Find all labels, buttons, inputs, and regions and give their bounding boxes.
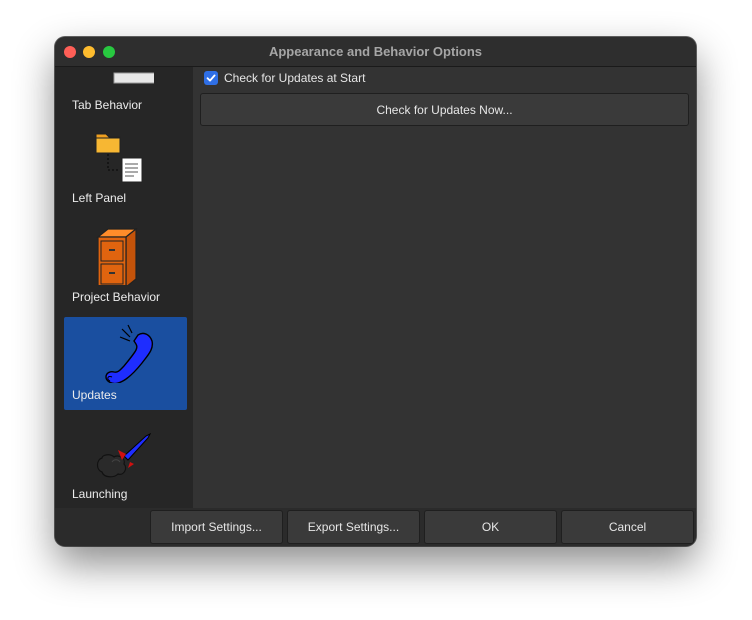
sidebar-item-label: Left Panel <box>72 191 127 205</box>
tab-behavior-icon <box>113 72 154 84</box>
options-sidebar: Tab Behavior Left Panel Project Behavior… <box>55 67 193 508</box>
updates-panel: Check for Updates at Start Check for Upd… <box>193 67 696 508</box>
window-title: Appearance and Behavior Options <box>268 44 483 59</box>
sidebar-item-label: Project Behavior <box>72 290 161 304</box>
cancel-button[interactable]: Cancel <box>561 510 694 544</box>
ok-button[interactable]: OK <box>424 510 557 544</box>
sidebar-item-label: Updates <box>72 388 117 402</box>
dialog-footer: Import Settings... Export Settings... OK… <box>55 508 696 546</box>
sidebar-item-launching[interactable]: Launching <box>64 416 187 508</box>
check-at-start-row[interactable]: Check for Updates at Start <box>204 69 365 87</box>
sidebar-item-tab-behavior[interactable]: Tab Behavior <box>64 67 187 120</box>
filing-cabinet-icon <box>96 227 138 285</box>
sidebar-item-label: Tab Behavior <box>72 98 143 112</box>
check-at-start-label: Check for Updates at Start <box>224 71 366 85</box>
folder-document-icon <box>95 133 143 183</box>
title-bar: Appearance and Behavior Options <box>55 37 696 67</box>
rocket-launch-icon <box>96 432 152 478</box>
checkmark-icon <box>206 74 216 82</box>
sidebar-item-project-behavior[interactable]: Project Behavior <box>64 219 187 312</box>
check-at-start-checkbox[interactable] <box>204 71 218 85</box>
export-settings-button[interactable]: Export Settings... <box>287 510 420 544</box>
sidebar-item-label: Launching <box>72 487 128 501</box>
options-window: Appearance and Behavior Options Tab Beha… <box>55 37 696 546</box>
sidebar-item-left-panel[interactable]: Left Panel <box>64 120 187 213</box>
check-updates-now-button[interactable]: Check for Updates Now... <box>200 93 689 126</box>
import-settings-button[interactable]: Import Settings... <box>150 510 283 544</box>
sidebar-item-updates[interactable]: Updates <box>64 317 187 410</box>
telephone-icon <box>105 324 154 383</box>
